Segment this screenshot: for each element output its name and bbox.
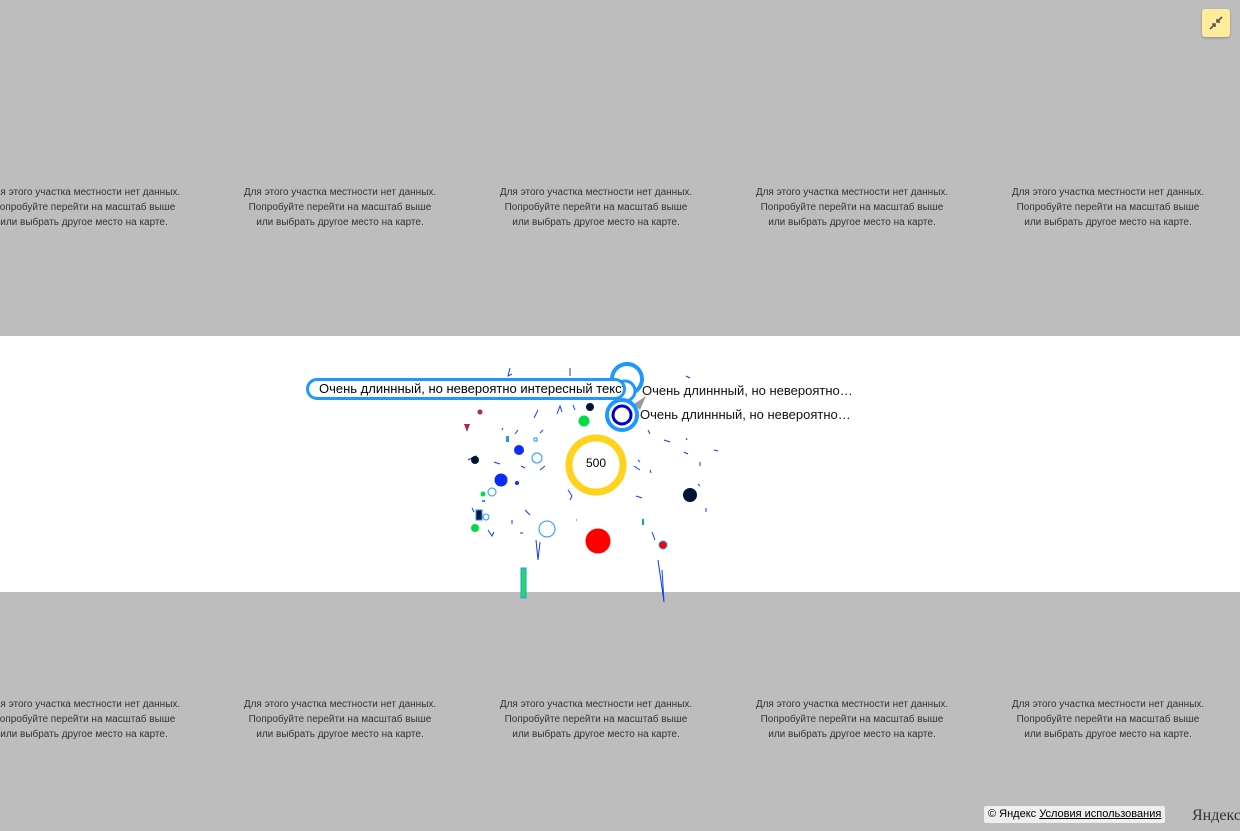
- placemark-red-circle[interactable]: [584, 527, 612, 555]
- placemark-dot[interactable]: [477, 409, 483, 415]
- placemark-circle[interactable]: [682, 487, 698, 503]
- placemark-hint: Очень длиннный, но невероятно…: [640, 407, 851, 422]
- geo-objects-layer: [464, 362, 719, 603]
- terms-of-use-link[interactable]: Условия использования: [1039, 808, 1161, 820]
- placemark-circle[interactable]: [514, 445, 524, 455]
- placemark-pin-inner[interactable]: [611, 404, 633, 426]
- placemark-circle[interactable]: [531, 452, 543, 464]
- placemark-circle[interactable]: [494, 473, 508, 487]
- placemark-hint: Очень длиннный, но невероятно…: [642, 383, 853, 398]
- placemark-circle[interactable]: [487, 487, 497, 497]
- cluster-count: 500: [585, 456, 607, 470]
- placemark-dot[interactable]: [586, 403, 594, 411]
- collapse-icon: [1209, 16, 1223, 30]
- placemark-red-dot[interactable]: [658, 540, 668, 550]
- placemark-long-caption[interactable]: Очень длиннный, но невероятно интересный…: [306, 378, 626, 400]
- copyright-text: © Яндекс: [988, 808, 1037, 820]
- placemark-circle[interactable]: [538, 520, 556, 538]
- placemark-dot[interactable]: [515, 481, 519, 485]
- copyright-bar: © Яндекс Условия использования: [984, 806, 1166, 823]
- placemark-dot[interactable]: [480, 491, 486, 497]
- placemark-circle[interactable]: [482, 513, 490, 521]
- placemark-rect[interactable]: [475, 509, 483, 521]
- placemark-circle[interactable]: [470, 523, 480, 533]
- placemark-triangle[interactable]: [464, 424, 470, 432]
- placemark-bar[interactable]: [520, 567, 527, 599]
- yandex-logo[interactable]: Яндекс: [1192, 806, 1240, 826]
- placemark-dot[interactable]: [471, 456, 479, 464]
- fullscreen-toggle-button[interactable]: [1202, 9, 1230, 37]
- placemark-circle[interactable]: [577, 414, 591, 428]
